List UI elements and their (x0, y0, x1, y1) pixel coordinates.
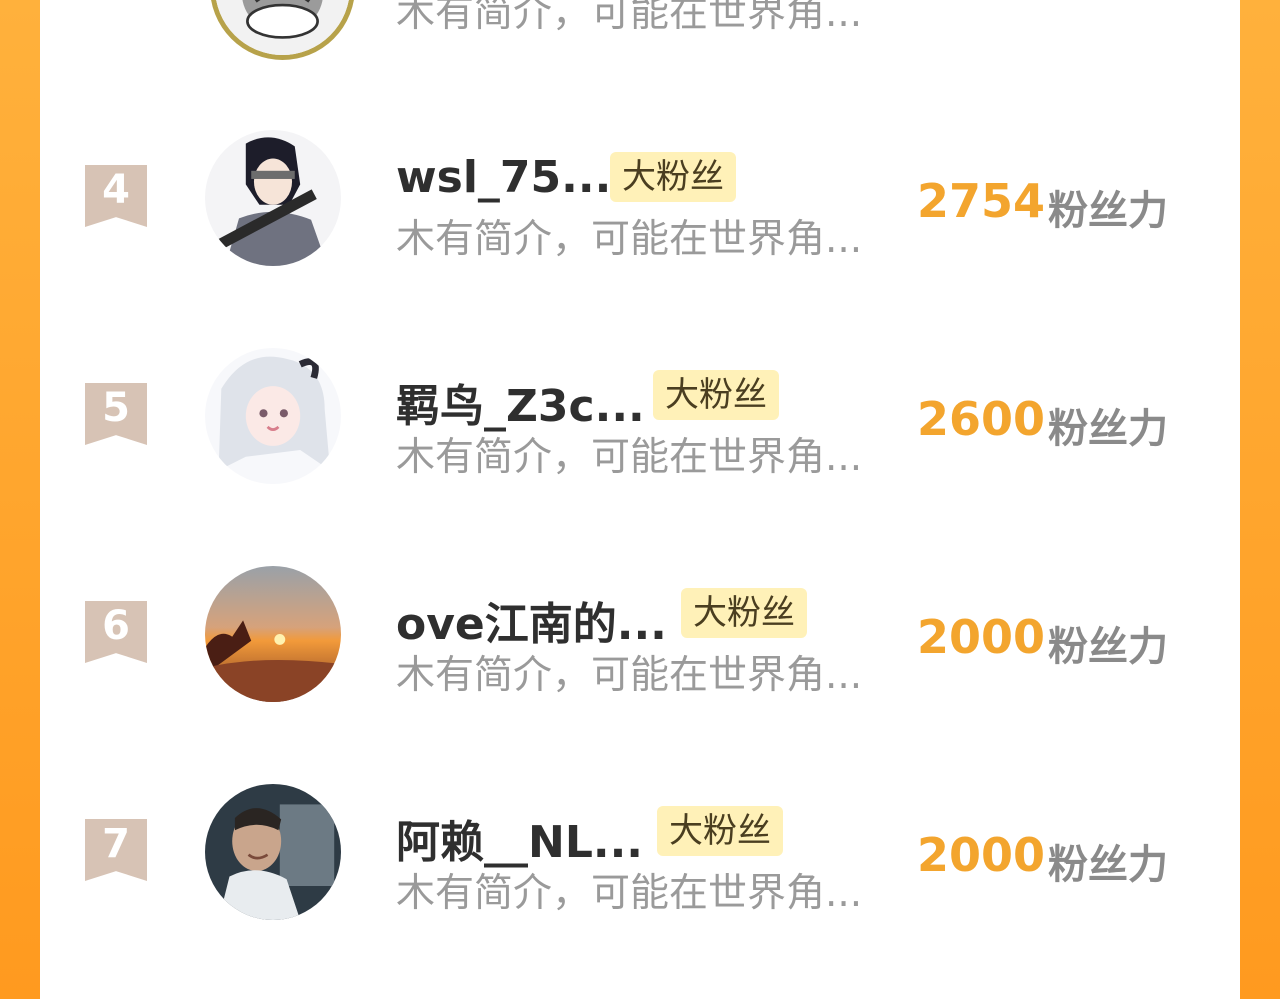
fan-power-label: 粉丝力 (1048, 624, 1168, 670)
rank-number: 6 (102, 603, 130, 649)
user-name[interactable]: 阿赖__NL... (396, 806, 643, 870)
anime-girl-avatar[interactable] (205, 348, 341, 484)
rank-number: 5 (102, 385, 130, 431)
user-bio: 木有简介，可能在世界角... (396, 435, 863, 480)
rank-ribbon: 6 (85, 601, 147, 663)
cartoon-cat-avatar[interactable] (210, 0, 355, 60)
movie-still-avatar[interactable] (205, 784, 341, 920)
user-name[interactable]: 羁鸟_Z3c... (396, 370, 645, 434)
user-bio: 木有简介，可能在世界角... (396, 217, 863, 262)
rank-ribbon: 7 (85, 819, 147, 881)
fan-power-score: 2754 (917, 174, 1046, 228)
user-bio: 木有简介，可能在世界角... (396, 0, 863, 36)
ranking-row-3[interactable]: 3 木有简介，可能在世界角... (40, 0, 1240, 70)
user-bio: 木有简介，可能在世界角... (396, 871, 863, 916)
rank-number: 4 (102, 167, 130, 213)
anime-swordsman-avatar[interactable] (205, 130, 341, 266)
fan-power-score: 2600 (917, 392, 1046, 446)
fan-power-label: 粉丝力 (1048, 842, 1168, 888)
big-fan-badge: 大粉丝 (657, 806, 783, 856)
sunset-avatar[interactable] (205, 566, 341, 702)
rank-number: 7 (102, 821, 130, 867)
user-bio: 木有简介，可能在世界角... (396, 653, 863, 698)
ranking-row-5[interactable]: 5 羁鸟_Z3c... 大粉丝 木有简介，可能在世界角... 2600 粉丝力 (40, 348, 1240, 498)
fan-ranking-card: 3 木有简介，可能在世界角... 4 wsl_ (40, 0, 1240, 999)
ranking-row-7[interactable]: 7 阿赖__NL... 大粉丝 木有简介，可能在世界角... 2000 粉丝力 (40, 784, 1240, 934)
fan-power-score: 2000 (917, 610, 1046, 664)
fan-power-score: 2000 (917, 828, 1046, 882)
big-fan-badge: 大粉丝 (653, 370, 779, 420)
big-fan-badge: 大粉丝 (681, 588, 807, 638)
fan-power-label: 粉丝力 (1048, 188, 1168, 234)
fan-power-label: 粉丝力 (1048, 406, 1168, 452)
big-fan-badge: 大粉丝 (610, 152, 736, 202)
rank-ribbon: 5 (85, 383, 147, 445)
ranking-row-4[interactable]: 4 wsl_75... 大粉丝 木有简介，可能在世界角... 2754 粉丝力 (40, 130, 1240, 280)
user-name[interactable]: ove江南的... (396, 588, 667, 652)
rank-ribbon: 4 (85, 165, 147, 227)
user-name[interactable]: wsl_75... (396, 152, 611, 203)
ranking-row-6[interactable]: 6 ove江南的... 大粉丝 木有简介，可能在世界角... 2000 粉丝力 (40, 566, 1240, 716)
